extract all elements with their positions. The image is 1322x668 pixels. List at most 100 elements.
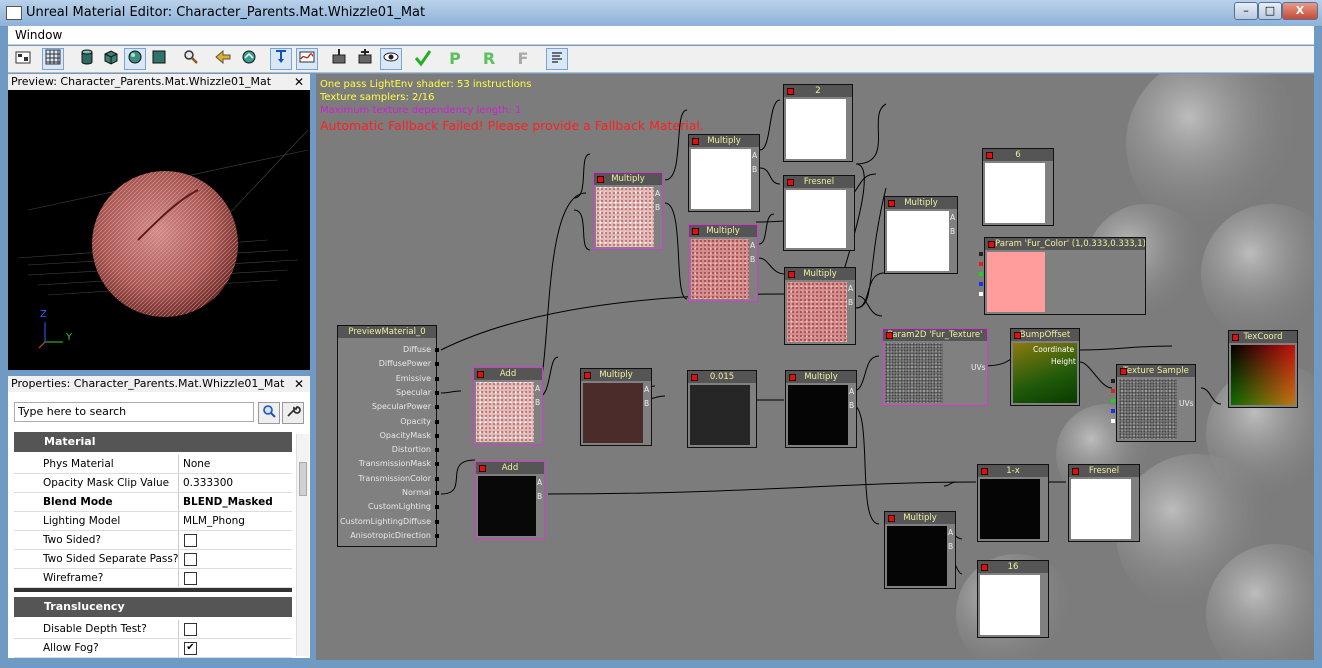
disable-depth-test-checkbox[interactable] [184,623,197,636]
input-connector[interactable] [435,476,439,481]
fresnel-node[interactable]: Fresnel [783,175,855,251]
pin-a[interactable]: A [849,387,854,396]
param-fur-texture-node[interactable]: Param2D 'Fur_Texture' UVs [882,328,988,406]
multiply-node[interactable]: Multiply A B [580,368,652,446]
allow-fog-checkbox[interactable]: ✔ [184,642,197,655]
pin-a[interactable]: A [948,528,953,537]
minimize-button[interactable]: – [1234,2,1258,20]
node-header[interactable]: Add [474,368,542,380]
node-header[interactable]: Multiply [785,268,855,280]
input-connector[interactable] [435,433,439,438]
material-input-specular[interactable]: Specular [396,388,431,397]
node-header[interactable]: Fresnel [784,176,854,188]
input-connector[interactable] [435,348,439,352]
scrollbar-thumb[interactable] [299,462,307,496]
plane-icon[interactable] [148,48,170,70]
multiply-node[interactable]: Multiply A B [884,196,958,274]
multiply-node[interactable]: Multiply A B [688,134,760,212]
pin-b[interactable]: B [752,165,757,174]
wireframe-checkbox[interactable] [184,572,197,585]
input-connector[interactable] [435,505,439,510]
const-2-node[interactable]: 2 [783,84,853,162]
apply-check-icon[interactable] [412,48,434,70]
input-connector[interactable] [435,491,439,495]
preview-close-icon[interactable]: ✕ [294,74,304,90]
node-header[interactable]: Multiply [885,512,955,524]
node-header[interactable]: Multiply [786,371,856,383]
pin-a[interactable]: A [644,385,649,394]
bump-offset-node[interactable]: BumpOffset Coordinate Height [1010,328,1080,406]
prop-value[interactable]: BLEND_Masked [183,496,273,508]
node-header[interactable]: Texture Sample [1117,365,1195,377]
input-connector[interactable] [435,519,439,524]
back-arrow-icon[interactable] [212,48,234,70]
cube-icon[interactable] [100,48,122,70]
close-button[interactable]: X [1282,2,1318,20]
fresnel-node[interactable]: Fresnel [1068,464,1140,542]
node-header[interactable]: PreviewMaterial_0 [338,326,436,338]
prop-row[interactable]: Opacity Mask Clip Value 0.333300 [14,474,292,493]
multiply-node[interactable]: Multiply A B [784,267,856,345]
pin-b[interactable]: B [950,227,955,236]
node-header[interactable]: Param 'Fur_Color' (1,0.333,0.333,1) [985,238,1145,250]
two-sided-checkbox[interactable] [184,534,197,547]
toolbar-r-button[interactable]: R [478,48,500,70]
search-input[interactable]: Type here to search [14,402,254,422]
node-header[interactable]: 2 [784,85,852,97]
pin-coordinate[interactable]: Coordinate [1033,345,1074,354]
prop-row[interactable]: Lighting Model MLM_Phong [14,512,292,531]
const-6-node[interactable]: 6 [982,148,1054,226]
expression-icon[interactable] [270,48,292,70]
cylinder-icon[interactable] [76,48,98,70]
material-input-specularpower[interactable]: SpecularPower [372,402,431,411]
material-input-transmissionmask[interactable]: TransmissionMask [359,459,431,468]
material-input-customlighting[interactable]: CustomLighting [368,502,431,511]
material-input-opacity[interactable]: Opacity [400,417,431,426]
input-connector[interactable] [435,419,439,424]
sphere-icon[interactable] [124,48,146,70]
wrench-icon[interactable] [282,402,304,424]
const-16-node[interactable]: 16 [977,560,1049,638]
curve-icon[interactable] [296,48,318,70]
pin-b[interactable]: B [750,255,755,264]
two-sided-separate-pass-checkbox[interactable] [184,553,197,566]
tex-coord-node[interactable]: TexCoord [1228,330,1298,408]
material-input-customlightingdiffuse[interactable]: CustomLightingDiffuse [340,517,431,526]
input-connector[interactable] [435,462,439,467]
prop-row[interactable]: Two Sided Separate Pass? [14,550,292,569]
text-icon[interactable] [546,48,568,70]
prop-row[interactable]: Wireframe? [14,569,292,588]
pin-b[interactable]: B [655,203,660,212]
pin-b[interactable]: B [948,542,953,551]
node-header[interactable]: TexCoord [1229,331,1297,343]
input-connector[interactable] [435,405,439,410]
multiply-node[interactable]: Multiply A B [785,370,857,448]
texture-sample-node[interactable]: Texture Sample UVs [1111,364,1196,442]
node-header[interactable]: Add [476,462,544,474]
material-graph-canvas[interactable]: One pass LightEnv shader: 53 instruction… [316,74,1314,660]
pin-a[interactable]: A [655,189,660,198]
prop-row[interactable]: Phys Material None [14,455,292,474]
multiply-node[interactable]: Multiply A B [593,172,663,250]
pin-height[interactable]: Height [1051,357,1076,366]
material-input-transmissioncolor[interactable]: TransmissionColor [358,474,431,483]
grid-icon[interactable] [42,48,64,70]
node-header[interactable]: Multiply [581,369,651,381]
material-input-distortion[interactable]: Distortion [392,445,431,454]
node-header[interactable]: 6 [983,149,1053,161]
material-input-emissive[interactable]: Emissive [396,374,431,383]
prop-value[interactable]: None [183,458,210,470]
prop-value[interactable]: 0.333300 [183,477,233,489]
node-header[interactable]: BumpOffset [1011,329,1079,341]
prop-row[interactable]: Disable Depth Test? [14,620,292,639]
pin-b[interactable]: B [848,298,853,307]
pin-b[interactable]: B [849,401,854,410]
input-connector[interactable] [435,362,439,367]
node-header[interactable]: Multiply [689,135,759,147]
category-material[interactable]: Material [14,432,292,452]
input-connector[interactable] [435,376,439,381]
material-input-diffuse[interactable]: Diffuse [403,345,431,354]
multiply-node[interactable]: Multiply A B [884,511,956,589]
node-header[interactable]: Multiply [689,225,757,237]
pin-a[interactable]: A [537,478,542,487]
